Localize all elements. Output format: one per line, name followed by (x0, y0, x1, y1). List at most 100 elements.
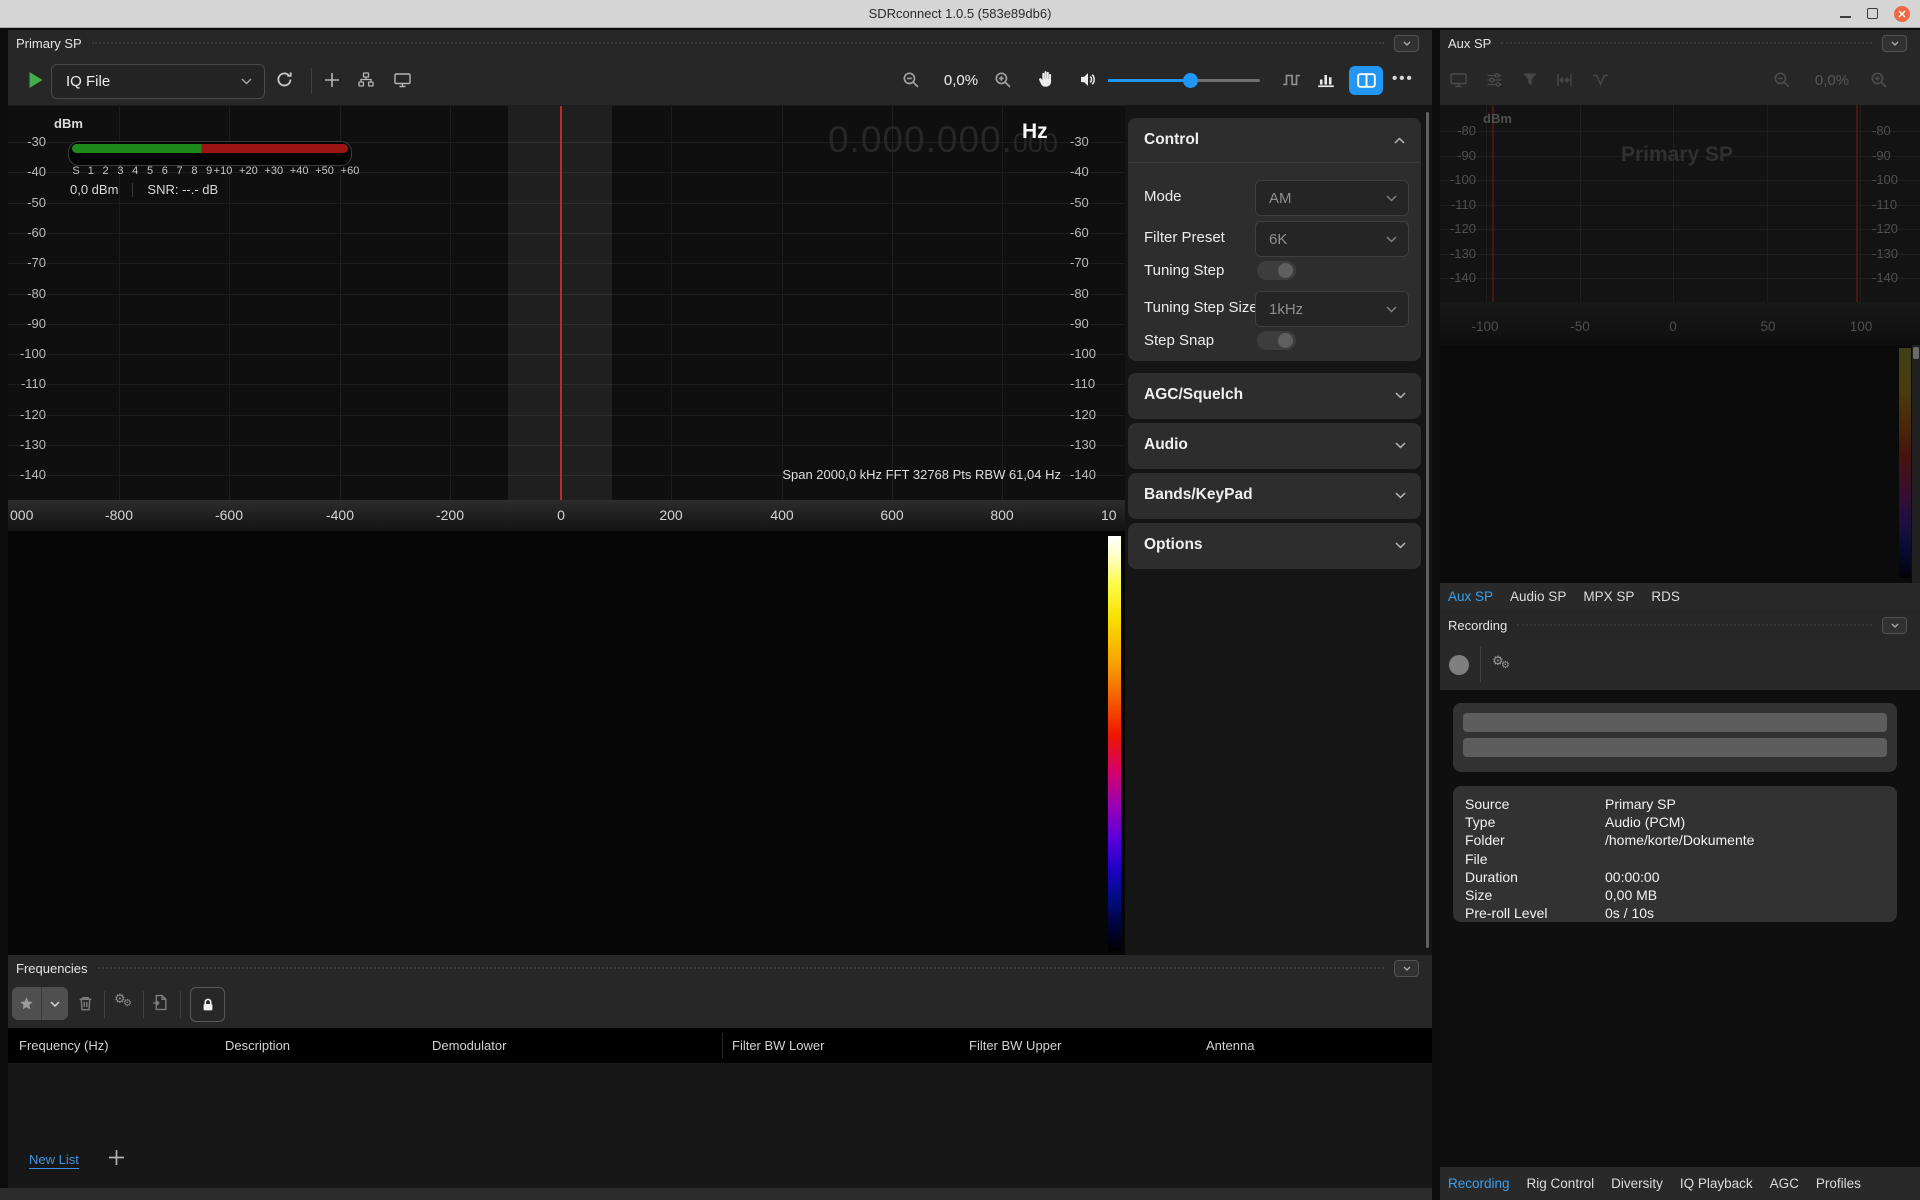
select-tuning-step-size[interactable]: 1kHz (1255, 291, 1409, 327)
aux-spectrum-display[interactable]: -80-90-100-110-120-130-140 -80-90-100-11… (1440, 105, 1920, 302)
db-axis-label: -90 (1070, 317, 1110, 331)
freq-axis-label: 000 (10, 507, 33, 523)
toggle-tuning-step[interactable] (1257, 261, 1296, 280)
lock-button[interactable] (190, 987, 225, 1022)
select-mode[interactable]: AM (1255, 180, 1409, 216)
tab-audio-sp[interactable]: Audio SP (1510, 589, 1566, 604)
recording-collapse-button[interactable] (1882, 617, 1907, 634)
info-label: Source (1465, 795, 1605, 813)
section-bands-keypad[interactable]: Bands/KeyPad (1128, 473, 1421, 519)
favorite-button[interactable] (12, 987, 41, 1020)
column-header-description: Description (225, 1038, 290, 1053)
aux-notch-button[interactable] (1592, 72, 1609, 88)
db-axis-label: -140 (1440, 271, 1476, 285)
db-axis-label: -110 (1440, 198, 1476, 212)
smeter-scale-label: 8 (191, 165, 197, 177)
toggle-step-snap[interactable] (1257, 331, 1296, 350)
frequencies-table-body[interactable] (8, 1063, 1432, 1188)
import-button[interactable] (152, 994, 169, 1011)
spectrum-view-button[interactable] (1317, 71, 1335, 88)
tab-aux-sp[interactable]: Aux SP (1448, 589, 1493, 604)
tab-mpx-sp[interactable]: MPX SP (1583, 589, 1634, 604)
tab-diversity[interactable]: Diversity (1611, 1176, 1663, 1191)
tab-iq-playback[interactable]: IQ Playback (1680, 1176, 1753, 1191)
s-meter-bar (72, 144, 348, 153)
primary-collapse-button[interactable] (1394, 35, 1419, 52)
settings-button[interactable]: ⚙⚙ (114, 994, 134, 1012)
chevron-down-icon (1395, 392, 1406, 399)
db-axis-label: -70 (8, 256, 46, 270)
level-bar (1463, 738, 1887, 757)
recording-settings-button[interactable]: ⚙⚙ (1492, 656, 1512, 674)
mute-button[interactable] (1079, 71, 1097, 88)
tab-rig-control[interactable]: Rig Control (1527, 1176, 1595, 1191)
play-button[interactable] (28, 71, 44, 89)
delete-button[interactable] (77, 995, 94, 1012)
tab-recording[interactable]: Recording (1448, 1176, 1510, 1191)
frequency-unit-label: Hz (1022, 120, 1048, 144)
db-axis-label: -50 (8, 196, 46, 210)
aux-scrollbar[interactable] (1912, 345, 1920, 583)
layout-split-button[interactable] (1349, 66, 1383, 95)
more-options-button[interactable]: ••• (1392, 70, 1414, 87)
tab-agc[interactable]: AGC (1770, 1176, 1799, 1191)
speaker-icon (1079, 71, 1097, 88)
aux-waterfall[interactable] (1440, 345, 1920, 583)
aux-db-unit-label: dBm (1483, 111, 1512, 126)
display-button[interactable] (394, 72, 411, 88)
aux-span-button[interactable] (1556, 72, 1573, 88)
minimize-button[interactable] (1840, 16, 1851, 18)
section-options[interactable]: Options (1128, 523, 1421, 569)
refresh-button[interactable] (276, 71, 293, 88)
zoom-in-button[interactable] (994, 71, 1012, 89)
funnel-icon (1522, 72, 1538, 87)
aux-scrollbar-thumb[interactable] (1913, 347, 1919, 359)
freq-axis-label: -400 (326, 507, 354, 523)
volume-slider[interactable] (1108, 79, 1260, 82)
bottom-strip (0, 1188, 1432, 1200)
favorite-dropdown-button[interactable] (42, 987, 68, 1020)
close-button[interactable] (1894, 6, 1910, 22)
column-separator (722, 1033, 723, 1058)
step-display-button[interactable] (1282, 72, 1301, 88)
section-audio[interactable]: Audio (1128, 423, 1421, 469)
aux-collapse-button[interactable] (1882, 35, 1907, 52)
aux-display-button[interactable] (1450, 72, 1467, 88)
tab-profiles[interactable]: Profiles (1816, 1176, 1861, 1191)
record-button[interactable] (1449, 655, 1469, 675)
gridline (671, 106, 672, 501)
freq-axis-label: 800 (990, 507, 1013, 523)
zoom-out-button[interactable] (902, 71, 920, 89)
source-select[interactable]: IQ File (51, 64, 265, 99)
primary-spectrum-display[interactable]: -30-40-50-60-70-80-90-100-110-120-130-14… (8, 105, 1125, 501)
info-value: Primary SP (1605, 795, 1676, 813)
control-scrollbar[interactable] (1426, 112, 1429, 948)
gear-icon: ⚙ (123, 998, 132, 1009)
tuning-cursor[interactable] (560, 106, 562, 501)
section-agc-squelch[interactable]: AGC/Squelch (1128, 373, 1421, 419)
volume-slider-knob[interactable] (1183, 73, 1198, 88)
aux-zoom-in-button[interactable] (1870, 71, 1888, 89)
frequencies-collapse-button[interactable] (1394, 960, 1419, 977)
info-value: 00:00:00 (1605, 868, 1660, 886)
select-filter-preset[interactable]: 6K (1255, 221, 1409, 257)
favorite-split-button[interactable] (12, 987, 68, 1020)
maximize-button[interactable] (1867, 8, 1878, 19)
control-label-tuning-step: Tuning Step (1144, 262, 1224, 279)
add-button[interactable] (324, 72, 340, 88)
network-button[interactable] (358, 72, 374, 88)
add-list-button[interactable] (108, 1149, 125, 1166)
sliders-icon (1486, 72, 1503, 88)
tab-rds[interactable]: RDS (1651, 589, 1680, 604)
star-icon (19, 996, 34, 1011)
aux-frequency-axis[interactable]: -100-50050100 (1440, 302, 1920, 345)
aux-settings-button[interactable] (1486, 72, 1503, 88)
pan-button[interactable] (1037, 70, 1055, 88)
primary-waterfall[interactable] (8, 531, 1125, 955)
frequency-axis[interactable]: 000-800-600-400-200020040060080010 (8, 500, 1125, 531)
chevron-down-icon (1395, 542, 1406, 549)
aux-filter-button[interactable] (1522, 72, 1538, 87)
aux-zoom-out-button[interactable] (1773, 71, 1791, 89)
snr-readout: SNR: --.- dB (147, 182, 218, 197)
new-list-link[interactable]: New List (29, 1152, 79, 1169)
